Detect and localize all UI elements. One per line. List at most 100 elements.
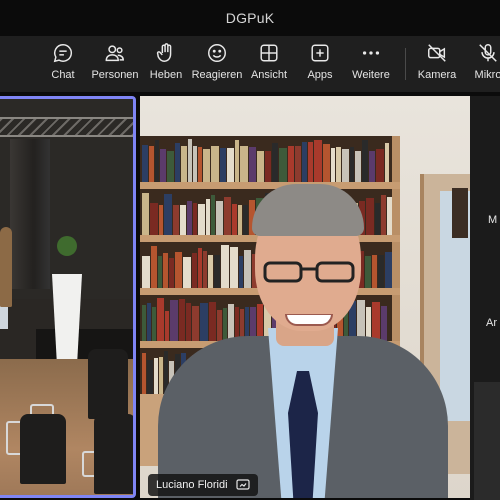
- participant-name: Luciano Floridi: [156, 479, 228, 491]
- book: [149, 146, 154, 182]
- book: [323, 144, 330, 182]
- book: [170, 300, 178, 341]
- book: [265, 151, 271, 182]
- book: [154, 358, 158, 394]
- book: [211, 146, 219, 182]
- right-panel-thumbnail: [452, 188, 468, 238]
- mic-toggle-button[interactable]: Mikro: [458, 42, 500, 88]
- book: [376, 149, 384, 182]
- book: [342, 149, 349, 182]
- book: [181, 146, 187, 182]
- chat-icon: [53, 44, 73, 63]
- book: [151, 246, 157, 288]
- smiley-icon: [208, 44, 226, 62]
- book: [192, 306, 199, 341]
- book: [308, 142, 313, 182]
- meeting-toolbar: Chat Personen Heben Reagieren Ansicht Ap…: [0, 36, 500, 92]
- grid-view-icon: [260, 44, 278, 62]
- book: [375, 203, 380, 235]
- more-dots-icon: [362, 51, 380, 55]
- people-icon: [105, 45, 124, 62]
- book: [200, 303, 208, 341]
- book: [167, 151, 174, 182]
- book: [357, 300, 365, 341]
- book: [362, 140, 368, 182]
- book: [240, 146, 248, 182]
- book: [272, 143, 278, 182]
- book: [187, 201, 192, 235]
- book: [331, 148, 335, 182]
- stage-curtain: [10, 139, 50, 289]
- book: [243, 205, 248, 235]
- right-panel-card: [474, 382, 500, 500]
- raise-hand-icon: [156, 43, 172, 62]
- apps-plus-icon: [311, 44, 329, 62]
- book: [160, 149, 166, 182]
- book: [369, 151, 375, 182]
- book: [158, 256, 162, 288]
- book: [224, 197, 231, 235]
- book: [223, 308, 227, 341]
- book: [155, 140, 159, 182]
- book: [211, 195, 215, 235]
- book: [193, 146, 197, 182]
- room-video-tile[interactable]: [0, 96, 136, 498]
- apps-label: Apps: [307, 69, 333, 81]
- participant-video-tile[interactable]: [140, 96, 470, 498]
- book: [381, 195, 386, 235]
- view-label: Ansicht: [250, 69, 288, 81]
- mic-off-icon: [479, 44, 497, 62]
- book: [164, 194, 172, 235]
- book: [378, 255, 384, 288]
- book: [142, 353, 146, 394]
- book: [355, 151, 361, 182]
- audience-person: [94, 414, 133, 494]
- book: [173, 205, 179, 235]
- more-button[interactable]: Weitere: [341, 42, 401, 88]
- book: [372, 255, 377, 288]
- book: [214, 255, 220, 288]
- book: [216, 201, 223, 235]
- chat-button[interactable]: Chat: [33, 42, 93, 88]
- book: [198, 204, 205, 235]
- book: [235, 140, 239, 182]
- book: [169, 258, 174, 288]
- book: [228, 304, 234, 341]
- book: [366, 198, 374, 235]
- book: [336, 147, 341, 182]
- book: [220, 148, 226, 182]
- participant-name-tag: Luciano Floridi: [148, 474, 258, 496]
- book: [203, 149, 210, 182]
- book: [244, 250, 251, 288]
- book: [227, 148, 234, 182]
- book: [142, 305, 146, 341]
- chat-label: Chat: [51, 69, 75, 81]
- people-label: Personen: [91, 69, 139, 81]
- book: [198, 147, 202, 182]
- book: [163, 253, 168, 288]
- book: [206, 199, 210, 235]
- lighting-truss: [0, 117, 133, 137]
- title-bar: DGPuK: [0, 0, 500, 36]
- book: [175, 143, 180, 182]
- book: [186, 303, 191, 341]
- react-button[interactable]: Reagieren: [187, 42, 247, 88]
- book: [159, 205, 163, 235]
- more-label: Weitere: [352, 69, 390, 81]
- book: [239, 256, 243, 288]
- book: [150, 203, 158, 235]
- book: [193, 203, 197, 235]
- book: [183, 257, 191, 288]
- book: [221, 245, 229, 288]
- book: [365, 256, 371, 288]
- camera-off-icon: [428, 44, 446, 62]
- book: [295, 146, 301, 182]
- book: [165, 311, 169, 341]
- book: [387, 197, 392, 235]
- book: [279, 148, 287, 182]
- book: [385, 143, 389, 182]
- book: [198, 248, 202, 288]
- audience-person: [20, 414, 66, 484]
- book: [157, 298, 164, 341]
- book: [142, 145, 148, 182]
